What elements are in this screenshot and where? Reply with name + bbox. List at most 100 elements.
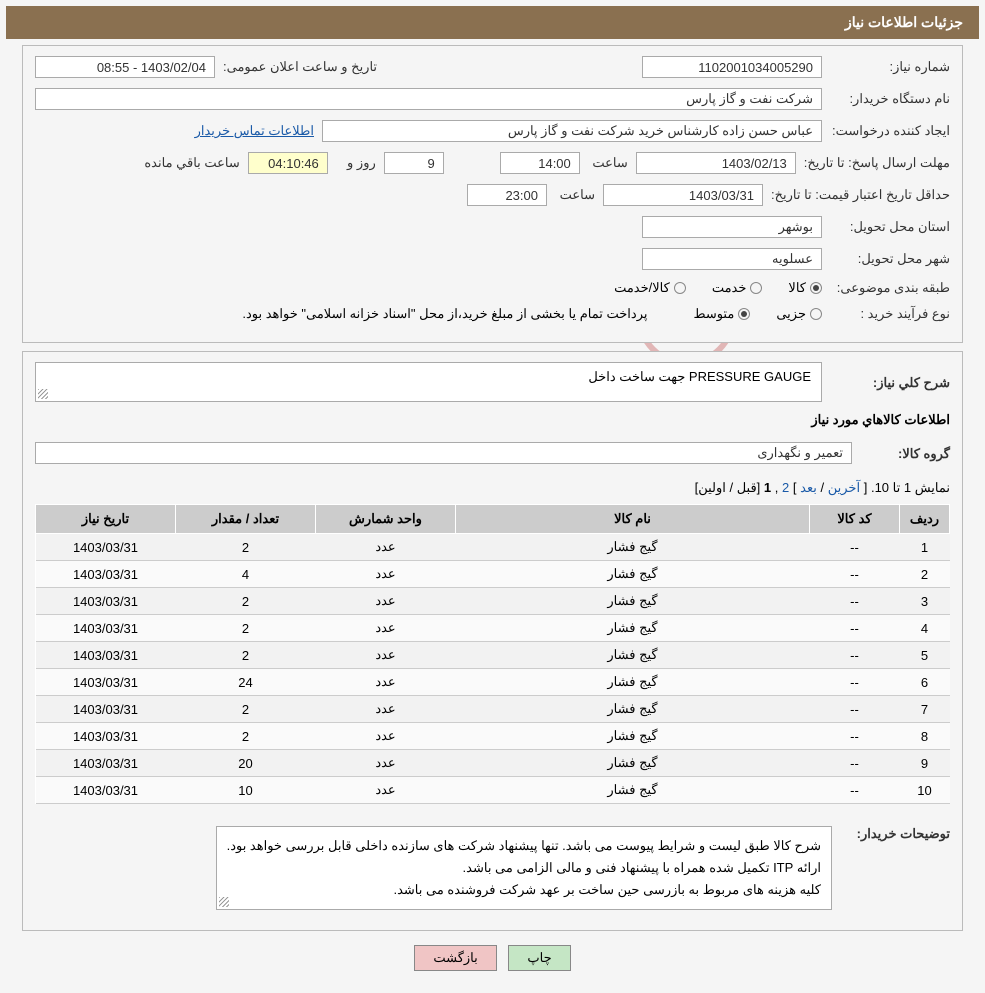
print-button[interactable]: چاپ [508,945,570,971]
label-days-and: روز و [336,155,376,171]
reply-time-value: 14:00 [500,152,580,174]
cell-code: -- [810,723,900,750]
radio-goods[interactable]: کالا [788,280,822,296]
general-desc-value: PRESSURE GAUGE جهت ساخت داخل [35,362,822,402]
label-min-price-validity: حداقل تاریخ اعتبار قیمت: تا تاریخ: [771,187,950,203]
cell-unit: عدد [316,750,456,777]
label-subject-class: طبقه بندی موضوعی: [830,280,950,296]
cell-code: -- [810,561,900,588]
cell-unit: عدد [316,615,456,642]
th-row: ردیف [900,505,950,534]
cell-unit: عدد [316,534,456,561]
cell-row: 10 [900,777,950,804]
need-details-panel: شرح کلي نياز: PRESSURE GAUGE جهت ساخت دا… [22,351,963,931]
cell-code: -- [810,750,900,777]
label-goods-group: گروه کالا: [860,446,950,462]
cell-qty: 10 [176,777,316,804]
label-buyer-org: نام دستگاه خریدار: [830,91,950,107]
cell-row: 4 [900,615,950,642]
cell-name: گیج فشار [456,750,810,777]
pager-page-1: 1 [764,480,771,495]
cell-name: گیج فشار [456,777,810,804]
cell-unit: عدد [316,777,456,804]
radio-minor[interactable]: جزیی [776,306,822,322]
buyer-contact-link[interactable]: اطلاعات تماس خریدار [195,123,314,139]
table-row: 9--گیج فشارعدد201403/03/31 [36,750,950,777]
cell-qty: 2 [176,642,316,669]
label-hour-2: ساعت [555,187,595,203]
need-no-value: 1102001034005290 [642,56,822,78]
pager: نمایش 1 تا 10. [ آخرین / بعد ] 2 , 1 [قب… [35,480,950,496]
button-bar: چاپ بازگشت [0,945,985,971]
radio-minor-icon [810,308,822,320]
cell-code: -- [810,615,900,642]
table-row: 7--گیج فشارعدد21403/03/31 [36,696,950,723]
cell-unit: عدد [316,642,456,669]
cell-row: 3 [900,588,950,615]
cell-code: -- [810,669,900,696]
label-buyer-notes: توضیحات خریدار: [840,826,950,842]
cell-code: -- [810,588,900,615]
cell-row: 5 [900,642,950,669]
page-title: جزئیات اطلاعات نیاز [6,6,979,39]
cell-date: 1403/03/31 [36,696,176,723]
items-table: ردیف کد کالا نام کالا واحد شمارش تعداد /… [35,504,950,804]
label-requester: ایجاد کننده درخواست: [830,123,950,139]
announce-dt-value: 1403/02/04 - 08:55 [35,56,215,78]
cell-row: 2 [900,561,950,588]
goods-group-value: تعمیر و نگهداری [35,442,852,464]
requester-value: عباس حسن زاده کارشناس خرید شرکت نفت و گا… [322,120,822,142]
cell-code: -- [810,696,900,723]
pager-last[interactable]: آخرین [828,480,860,495]
cell-name: گیج فشار [456,723,810,750]
radio-medium[interactable]: متوسط [693,306,750,322]
back-button[interactable]: بازگشت [414,945,496,971]
cell-name: گیج فشار [456,696,810,723]
table-row: 2--گیج فشارعدد41403/03/31 [36,561,950,588]
cell-qty: 2 [176,696,316,723]
cell-date: 1403/03/31 [36,723,176,750]
reply-date-value: 1403/02/13 [636,152,796,174]
cell-date: 1403/03/31 [36,534,176,561]
radio-service-icon [750,282,762,294]
cell-date: 1403/03/31 [36,750,176,777]
label-time-remaining: ساعت باقي مانده [144,155,239,171]
cell-name: گیج فشار [456,534,810,561]
cell-date: 1403/03/31 [36,588,176,615]
city-value: عسلویه [642,248,822,270]
th-date: تاریخ نیاز [36,505,176,534]
province-value: بوشهر [642,216,822,238]
cell-date: 1403/03/31 [36,561,176,588]
cell-name: گیج فشار [456,642,810,669]
cell-name: گیج فشار [456,588,810,615]
label-announce-dt: تاریخ و ساعت اعلان عمومی: [223,59,377,75]
resize-grip-icon[interactable] [38,389,48,399]
buyer-org-value: شرکت نفت و گاز پارس [35,88,822,110]
radio-service[interactable]: خدمت [712,280,763,296]
cell-qty: 2 [176,615,316,642]
label-general-desc: شرح کلي نياز: [830,375,950,391]
table-row: 6--گیج فشارعدد241403/03/31 [36,669,950,696]
table-row: 10--گیج فشارعدد101403/03/31 [36,777,950,804]
goods-info-title: اطلاعات کالاهاي مورد نياز [35,412,950,428]
table-row: 3--گیج فشارعدد21403/03/31 [36,588,950,615]
th-code: کد کالا [810,505,900,534]
pager-next[interactable]: بعد [800,480,817,495]
table-row: 4--گیج فشارعدد21403/03/31 [36,615,950,642]
label-hour-1: ساعت [588,155,628,171]
validity-time-value: 23:00 [467,184,547,206]
cell-qty: 24 [176,669,316,696]
remain-days-value: 9 [384,152,444,174]
label-need-no: شماره نیاز: [830,59,950,75]
radio-medium-icon [738,308,750,320]
resize-grip-icon[interactable] [219,897,229,907]
cell-qty: 20 [176,750,316,777]
table-row: 1--گیج فشارعدد21403/03/31 [36,534,950,561]
cell-date: 1403/03/31 [36,615,176,642]
radio-goods-service[interactable]: کالا/خدمت [614,280,686,296]
cell-name: گیج فشار [456,669,810,696]
pager-page-2[interactable]: 2 [782,480,789,495]
cell-qty: 2 [176,588,316,615]
cell-code: -- [810,777,900,804]
cell-date: 1403/03/31 [36,669,176,696]
